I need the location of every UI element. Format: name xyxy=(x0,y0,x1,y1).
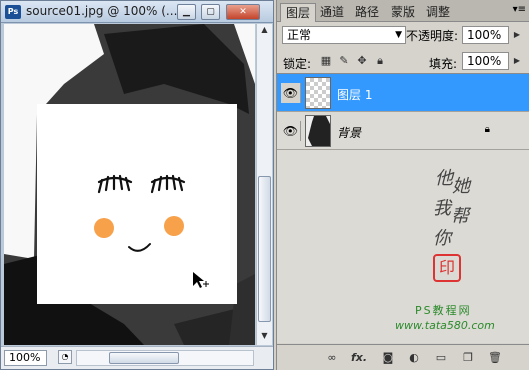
watermark-char: 她 xyxy=(452,176,470,197)
document-title-bar[interactable]: Ps source01.jpg @ 100% (... ▁ ▢ ✕ xyxy=(1,1,273,23)
document-window: Ps source01.jpg @ 100% (... ▁ ▢ ✕ ▲ ▼ 10… xyxy=(0,0,274,370)
blend-mode-value: 正常 xyxy=(287,28,312,42)
left-blush xyxy=(94,218,114,238)
tab-adjustments[interactable]: 调整 xyxy=(421,3,455,22)
watermark-char: 我 xyxy=(433,198,451,219)
horizontal-scrollbar[interactable] xyxy=(76,350,254,366)
layer-thumbnail xyxy=(305,77,331,109)
opacity-input[interactable]: 100% xyxy=(462,26,509,44)
image-canvas[interactable] xyxy=(4,24,255,345)
link-layers-icon[interactable]: ∞ xyxy=(323,350,341,366)
layer-name[interactable]: 背景 xyxy=(337,124,361,141)
zoom-field[interactable]: 100% xyxy=(4,350,47,366)
add-mask-icon[interactable]: ◙ xyxy=(379,350,397,366)
layers-panel: 图层 通道 路径 蒙版 调整 ▾≡ 正常 ▼ 不透明度: 100% ▶ 锁定: … xyxy=(276,0,529,370)
watermark-char: 帮 xyxy=(451,206,469,227)
vertical-scroll-thumb[interactable] xyxy=(258,176,271,322)
opacity-label: 不透明度: xyxy=(406,29,459,43)
face-layer xyxy=(37,104,237,304)
right-blush xyxy=(164,216,184,236)
layer-thumbnail xyxy=(305,115,331,147)
tab-channels[interactable]: 通道 xyxy=(315,3,349,22)
layer-row[interactable]: 👁︎ 图层 1 xyxy=(277,74,529,112)
scroll-up-icon[interactable]: ▲ xyxy=(258,25,271,38)
tab-masks[interactable]: 蒙版 xyxy=(386,3,420,22)
watermark: 他 她 我 帮 你 印 PS教程网 www.tata580.com xyxy=(277,154,529,344)
new-layer-icon[interactable]: ❐ xyxy=(459,350,477,366)
vertical-scrollbar[interactable]: ▲ ▼ xyxy=(256,24,272,345)
panel-menu-icon[interactable]: ▾≡ xyxy=(513,4,526,15)
fill-input[interactable]: 100% xyxy=(462,52,509,70)
document-status-bar: 100% ◔ xyxy=(1,346,273,369)
fill-slider-icon[interactable]: ▶ xyxy=(511,53,523,69)
watermark-char: 你 xyxy=(433,228,451,249)
tab-paths[interactable]: 路径 xyxy=(350,3,384,22)
lock-pixels-icon[interactable]: ✎ xyxy=(337,54,351,68)
close-button[interactable]: ✕ xyxy=(226,4,260,20)
status-menu-button[interactable]: ◔ xyxy=(58,350,72,364)
watermark-site: PS教程网 xyxy=(415,304,472,317)
seal-stamp-icon: 印 xyxy=(433,254,461,282)
panel-footer: ∞ fx. ◙ ◐ ▭ ❐ 🗑︎ xyxy=(277,344,529,370)
opacity-slider-icon[interactable]: ▶ xyxy=(511,27,523,43)
maximize-button[interactable]: ▢ xyxy=(201,4,220,20)
lock-all-icon[interactable]: 🔒︎ xyxy=(373,54,387,68)
layers-list: 👁︎ 图层 1 👁︎ 背景 🔒︎ 他 她 我 帮 你 印 PS教程网 www.t… xyxy=(277,73,529,343)
lock-icon: 🔒︎ xyxy=(484,124,490,135)
chevron-down-icon: ▼ xyxy=(395,30,402,40)
watermark-char: 他 xyxy=(435,168,453,189)
lock-label: 锁定: xyxy=(283,57,312,71)
document-title: source01.jpg @ 100% (... xyxy=(26,4,178,18)
horizontal-scroll-thumb[interactable] xyxy=(109,352,179,364)
trash-icon[interactable]: 🗑︎ xyxy=(486,350,504,366)
minimize-button[interactable]: ▁ xyxy=(177,4,196,20)
adjustment-layer-icon[interactable]: ◐ xyxy=(405,350,423,366)
fill-label: 填充: xyxy=(429,57,458,71)
lock-position-icon[interactable]: ✥ xyxy=(355,54,369,68)
blend-mode-select[interactable]: 正常 ▼ xyxy=(282,26,406,44)
tab-layers[interactable]: 图层 xyxy=(280,3,317,22)
photoshop-logo-icon: Ps xyxy=(5,5,21,19)
layer-name[interactable]: 图层 1 xyxy=(337,86,372,103)
canvas-image xyxy=(4,24,255,345)
eye-icon[interactable]: 👁︎ xyxy=(281,121,301,141)
lock-transparency-icon[interactable]: ▦ xyxy=(319,54,333,68)
scroll-down-icon[interactable]: ▼ xyxy=(258,331,271,344)
layer-row[interactable]: 👁︎ 背景 🔒︎ xyxy=(277,112,529,150)
fx-icon[interactable]: fx. xyxy=(350,350,368,366)
eye-icon[interactable]: 👁︎ xyxy=(281,83,301,103)
group-folder-icon[interactable]: ▭ xyxy=(432,350,450,366)
panel-tabs: 图层 通道 路径 蒙版 调整 ▾≡ xyxy=(277,0,529,22)
watermark-url: www.tata580.com xyxy=(395,319,495,332)
